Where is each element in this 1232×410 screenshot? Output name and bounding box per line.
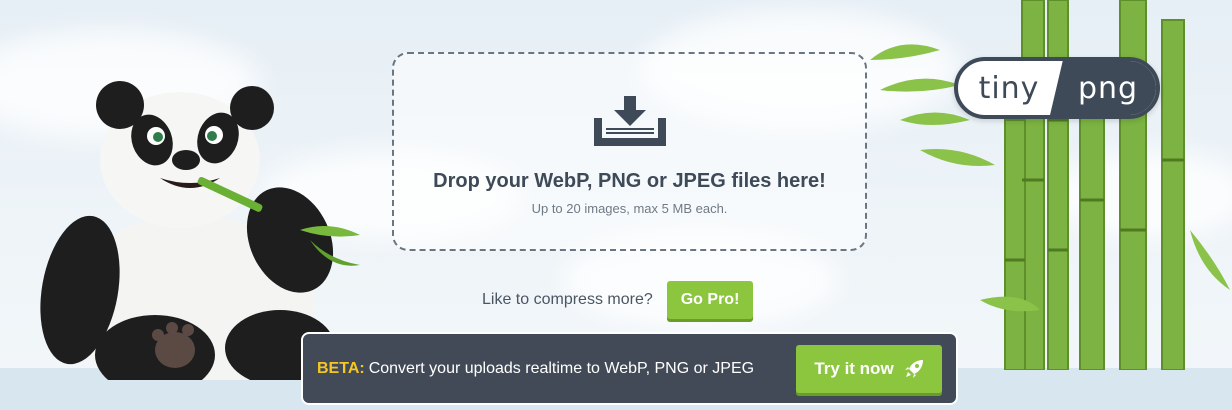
drop-zone-subtitle: Up to 20 images, max 5 MB each.	[531, 201, 728, 216]
go-pro-button[interactable]: Go Pro!	[666, 281, 754, 319]
beta-text: Convert your uploads realtime to WebP, P…	[368, 359, 755, 377]
download-tray-icon	[593, 96, 666, 146]
rocket-icon	[904, 360, 923, 378]
beta-banner: BETA: Convert your uploads realtime to W…	[301, 332, 958, 405]
drop-zone-title: Drop your WebP, PNG or JPEG files here!	[433, 170, 826, 192]
try-it-now-button[interactable]: Try it now	[796, 345, 942, 393]
file-drop-zone[interactable]: Drop your WebP, PNG or JPEG files here! …	[392, 52, 867, 251]
beta-label: BETA:	[317, 359, 365, 377]
logo-tiny: tiny	[978, 70, 1040, 106]
logo-png: png	[1050, 61, 1156, 115]
compress-more-text: Like to compress more?	[482, 291, 653, 308]
go-pro-row: Like to compress more? Go Pro!	[482, 280, 754, 320]
bamboo-illustration	[870, 0, 1230, 370]
tinypng-logo[interactable]: tiny png	[954, 57, 1160, 119]
try-it-now-label: Try it now	[814, 359, 894, 378]
